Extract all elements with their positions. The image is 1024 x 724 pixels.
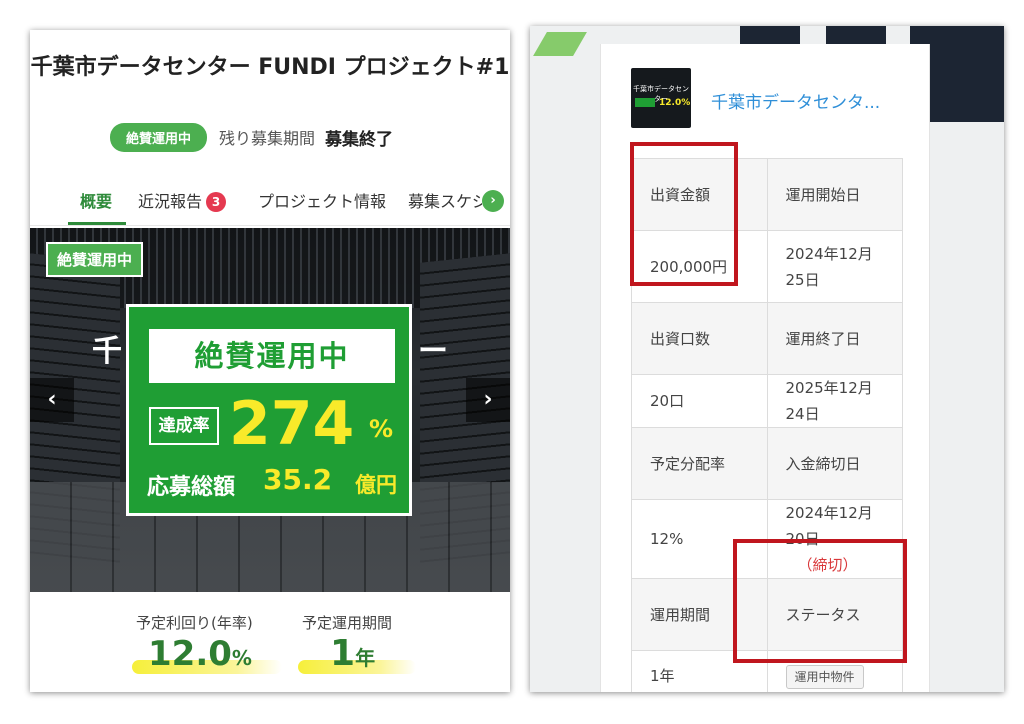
distribution-rate-label: 予定分配率 (631, 427, 768, 500)
expected-period-unit: 年 (355, 646, 376, 670)
expected-yield-unit: % (231, 646, 252, 670)
total-application-unit: 億円 (355, 473, 397, 497)
thumbnail-yield: 12.0% (659, 98, 691, 108)
tab-schedule[interactable]: 募集スケジュール (408, 188, 482, 212)
achievement-rate-value: 274 (229, 389, 355, 459)
start-date-value: 2024年12月25日 (766, 230, 903, 303)
remaining-period-label: 残り募集期間 (219, 129, 316, 148)
units-label: 出資口数 (631, 302, 768, 375)
achievement-rate-label: 達成率 (149, 407, 219, 445)
expected-period: 1年 (330, 634, 375, 680)
status-pill: 運用中物件 (785, 664, 864, 689)
expected-yield-label: 予定利回り(年率) (136, 614, 253, 632)
project-thumbnail[interactable]: 千葉市データセンター 12.0% (631, 68, 691, 128)
total-application-value: 35.2 (263, 463, 333, 496)
project-detail-panel: 千葉市データセンター FUNDI プロジェクト#1 絶賛運用中 残り募集期間 募… (30, 30, 510, 692)
hero-background-title-right: ー (418, 334, 448, 369)
start-date-label: 運用開始日 (766, 158, 903, 231)
end-date-label: 運用終了日 (766, 302, 903, 375)
status-row: 絶賛運用中 残り募集期間 募集終了 (110, 122, 393, 152)
active-tab-indicator (68, 222, 126, 225)
thumbnail-badge (635, 98, 655, 107)
background-leaf-shape (533, 32, 587, 56)
expected-period-value: 1 (330, 633, 356, 674)
status-badge: 絶賛運用中 (110, 122, 208, 152)
units-value: 20口 (631, 374, 768, 428)
highlight-box-amount (630, 142, 738, 286)
project-title: 千葉市データセンター FUNDI プロジェクト#1 (30, 50, 510, 86)
expected-period-label: 予定運用期間 (302, 614, 393, 632)
achievement-rate-unit: % (369, 415, 394, 443)
tab-news-label: 近況報告 (138, 192, 203, 211)
hero-carousel: 絶賛運用中 千 ー 絶賛運用中 達成率 274 % 応募総額 35.2 億円 ‹… (30, 228, 510, 592)
table-row: 20口 2025年12月24日 (631, 374, 903, 428)
carousel-next-icon[interactable]: › (466, 378, 510, 422)
tab-scroll-right-icon[interactable]: › (482, 190, 504, 212)
expected-yield-value: 12.0 (148, 634, 232, 674)
project-link[interactable]: 千葉市データセンタ... (711, 88, 880, 113)
highlight-box-status (733, 539, 907, 663)
hero-background-title: 千 (92, 334, 124, 369)
table-row: 出資口数 運用終了日 (631, 302, 903, 375)
tab-project-info[interactable]: プロジェクト情報 (258, 188, 386, 212)
hero-achievement-card: 絶賛運用中 達成率 274 % 応募総額 35.2 億円 (126, 304, 412, 516)
end-date-value: 2025年12月24日 (766, 374, 903, 428)
payment-deadline-label: 入金締切日 (766, 427, 903, 500)
investment-summary-panel: 千葉市データセンター 12.0% 千葉市データセンタ... 出資金額 運用開始日… (530, 26, 1004, 692)
total-application-label: 応募総額 (147, 475, 236, 500)
expected-yield: 12.0% (148, 634, 252, 680)
tab-overview[interactable]: 概要 (80, 188, 112, 212)
tab-news[interactable]: 近況報告 3 (138, 188, 227, 212)
project-title-text: 千葉市データセンター FUNDI プロジェクト#1 (30, 55, 510, 80)
hero-status-tag: 絶賛運用中 (46, 242, 144, 277)
carousel-prev-icon[interactable]: ‹ (30, 378, 74, 422)
table-row: 予定分配率 入金締切日 (631, 427, 903, 500)
remaining-period-value: 募集終了 (325, 129, 394, 150)
news-count-badge: 3 (206, 192, 227, 212)
tab-bar: 概要 近況報告3 プロジェクト情報 募集スケジュール (30, 180, 510, 226)
hero-card-title: 絶賛運用中 (149, 329, 395, 383)
